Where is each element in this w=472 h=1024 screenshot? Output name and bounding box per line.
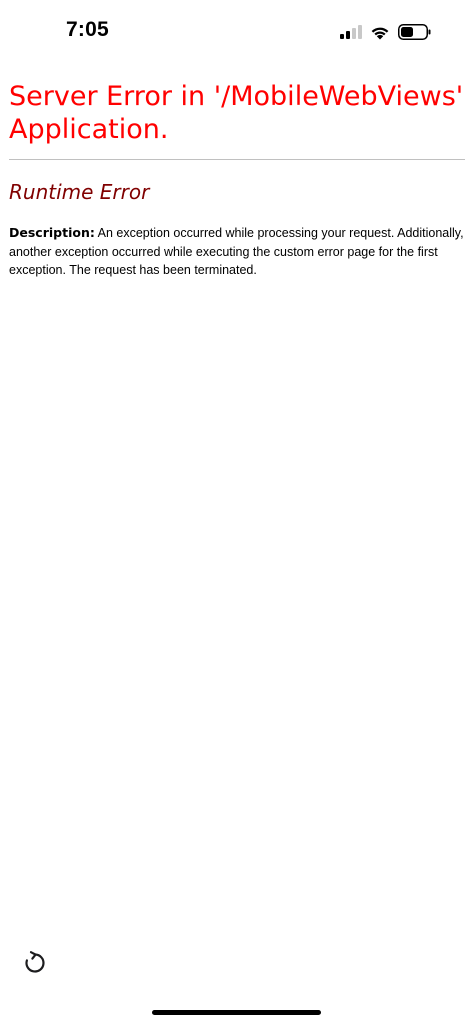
page-title: Server Error in '/MobileWebViews' Applic… <box>9 80 465 146</box>
reload-button[interactable] <box>22 950 48 976</box>
page-title-line-1: Server Error in '/MobileWebViews' <box>9 81 464 112</box>
title-divider <box>9 159 465 160</box>
reload-icon <box>25 951 45 973</box>
page-title-line-2: Application. <box>9 114 169 145</box>
error-page: Server Error in '/MobileWebViews' Applic… <box>9 80 465 280</box>
error-subtitle: Runtime Error <box>9 180 150 204</box>
wifi-icon <box>371 27 389 39</box>
status-icons <box>340 22 432 42</box>
error-description: Description: An exception occurred while… <box>9 224 465 280</box>
status-bar: 7:05 <box>0 0 472 62</box>
battery-icon <box>398 24 431 40</box>
cellular-signal-icon <box>340 25 362 39</box>
status-time: 7:05 <box>66 18 109 41</box>
home-indicator[interactable] <box>152 1010 321 1015</box>
description-label: Description: <box>9 225 95 240</box>
